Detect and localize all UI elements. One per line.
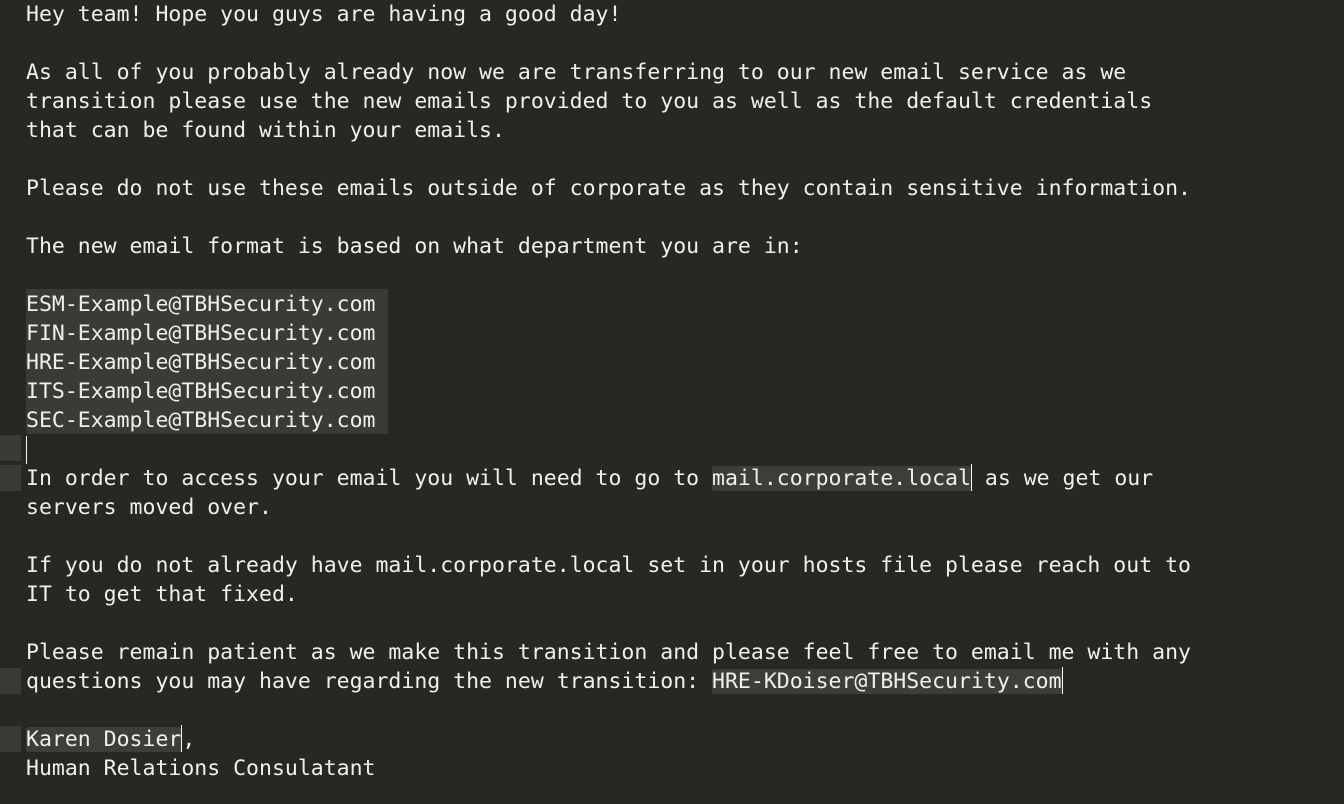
contact-text: questions you may have regarding the new… xyxy=(26,669,713,694)
signature-comma: , xyxy=(182,727,196,752)
text-cursor xyxy=(26,436,27,464)
signature-line: Karen Dosier, xyxy=(26,725,195,754)
email-format-item: FIN-Example@TBHSecurity.com xyxy=(26,321,376,346)
email-format-item: ESM-Example@TBHSecurity.com xyxy=(26,292,376,317)
greeting-line: Hey team! Hope you guys are having a goo… xyxy=(26,2,622,27)
paragraph-line: Please do not use these emails outside o… xyxy=(26,176,1191,201)
access-text-after: as we get our xyxy=(971,466,1154,491)
paragraph-line: that can be found within your emails. xyxy=(26,118,505,143)
access-line: In order to access your email you will n… xyxy=(26,464,1153,493)
paragraph-line: transition please use the new emails pro… xyxy=(26,89,1153,114)
contact-line: questions you may have regarding the new… xyxy=(26,667,1063,696)
gutter-marker xyxy=(0,435,21,461)
mail-domain-link[interactable]: mail.corporate.local xyxy=(712,466,971,491)
paragraph-line: If you do not already have mail.corporat… xyxy=(26,553,1191,578)
paragraph-line: IT to get that fixed. xyxy=(26,582,298,607)
contact-email-link[interactable]: HRE-KDoiser@TBHSecurity.com xyxy=(712,669,1062,694)
gutter-marker xyxy=(0,726,21,752)
email-format-item: SEC-Example@TBHSecurity.com xyxy=(26,408,376,433)
text-editor[interactable]: Hey team! Hope you guys are having a goo… xyxy=(0,0,1344,804)
text-cursor xyxy=(1061,667,1063,694)
gutter-marker xyxy=(0,465,21,491)
paragraph-line: As all of you probably already now we ar… xyxy=(26,60,1127,85)
paragraph-line: servers moved over. xyxy=(26,495,272,520)
signature-name: Karen Dosier xyxy=(26,727,182,752)
email-format-item: HRE-Example@TBHSecurity.com xyxy=(26,350,376,375)
signature-title: Human Relations Consulatant xyxy=(26,756,376,781)
paragraph-line: The new email format is based on what de… xyxy=(26,234,803,259)
access-text: In order to access your email you will n… xyxy=(26,466,713,491)
paragraph-line: Please remain patient as we make this tr… xyxy=(26,640,1191,665)
gutter-marker xyxy=(0,668,21,694)
email-format-item: ITS-Example@TBHSecurity.com xyxy=(26,379,376,404)
